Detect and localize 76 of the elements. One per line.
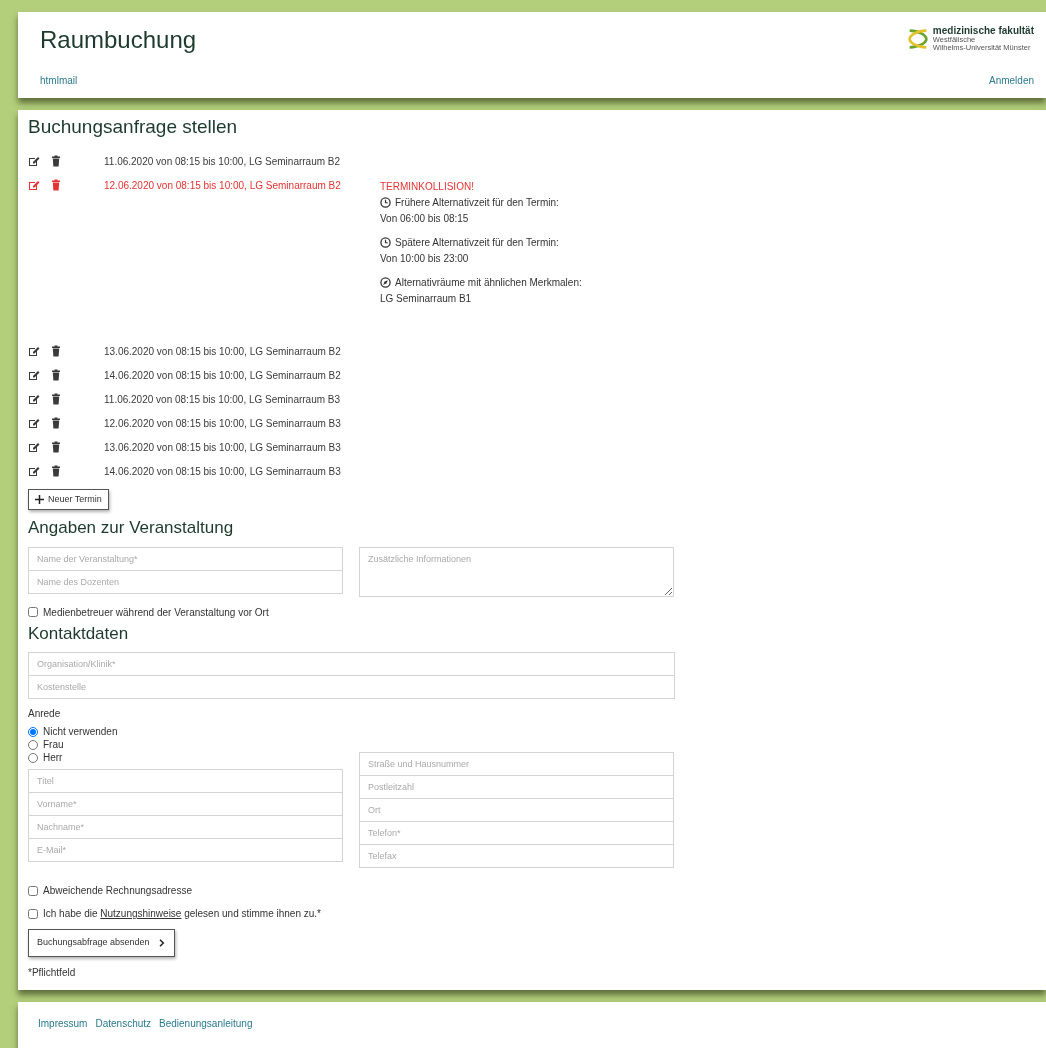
alternative-value: Von 10:00 bis 23:00 xyxy=(380,251,470,266)
text-area[interactable]: Zusätzliche Informationen xyxy=(359,546,674,597)
checkbox-label: Medienbetreuer während der Veranstaltung vor Ort xyxy=(43,605,269,620)
alternative-value: Von 06:00 bis 08:15 xyxy=(380,211,470,226)
checkbox[interactable] xyxy=(28,885,38,896)
checkbox-label: Abweichende Rechnungsadresse xyxy=(43,884,192,899)
text-field[interactable]: Vorname* xyxy=(28,792,343,817)
text-field[interactable]: Straße und Hausnummer xyxy=(359,752,674,777)
trash-icon[interactable] xyxy=(50,392,62,405)
appointment-text: 14.06.2020 von 08:15 bis 10:00, LG Seminarraum B3 xyxy=(104,464,342,479)
alternative-label: Spätere Alternativzeit für den Termin: xyxy=(395,235,559,250)
plus-icon xyxy=(35,495,44,505)
clock-icon xyxy=(380,197,391,209)
chevron-icon xyxy=(157,938,166,947)
radio-label: Herr xyxy=(43,751,63,766)
checkbox[interactable] xyxy=(28,908,38,919)
radio-label: Frau xyxy=(43,738,64,753)
alternative-value: LG Seminarraum B1 xyxy=(380,291,473,306)
required-note: *Pflichtfeld xyxy=(28,965,77,980)
trash-icon[interactable] xyxy=(50,344,62,357)
section-heading: Angaben zur Veranstaltung xyxy=(28,518,235,539)
compass-icon xyxy=(380,277,391,289)
login-link[interactable]: Anmelden xyxy=(988,73,1034,88)
text-field[interactable]: Telefax xyxy=(359,844,674,869)
appointment-text: 11.06.2020 von 08:15 bis 10:00, LG Seminarraum B3 xyxy=(104,392,342,407)
appointment-text: 13.06.2020 von 08:15 bis 10:00, LG Seminarraum B3 xyxy=(104,440,342,455)
logo-text: medizinische fakultät xyxy=(932,26,1034,36)
edit-icon[interactable] xyxy=(28,416,40,429)
helix-logo-icon xyxy=(906,28,929,49)
edit-icon[interactable] xyxy=(28,368,40,381)
section-heading: Kontaktdaten xyxy=(28,623,130,645)
footer-link[interactable]: Datenschutz xyxy=(95,1017,152,1029)
text-field[interactable]: Nachname* xyxy=(28,815,343,840)
text-field[interactable]: Postleitzahl xyxy=(359,775,674,800)
text-field[interactable]: E-Mail* xyxy=(28,838,343,863)
trash-icon[interactable] xyxy=(50,440,62,453)
page-title: Raumbuchung xyxy=(40,26,197,55)
radio-button[interactable] xyxy=(28,739,38,750)
trash-icon[interactable] xyxy=(50,416,62,429)
edit-icon[interactable] xyxy=(28,464,40,477)
field-label: Anrede xyxy=(28,707,62,722)
trash-icon[interactable] xyxy=(50,154,62,167)
terms-link[interactable]: Nutzungshinweise xyxy=(100,908,182,920)
appointment-text: 11.06.2020 von 08:15 bis 10:00, LG Seminarraum B2 xyxy=(104,154,342,169)
radio-label: Nicht verwenden xyxy=(43,725,118,740)
edit-icon[interactable] xyxy=(28,344,40,357)
trash-icon[interactable] xyxy=(50,464,62,477)
text-field[interactable]: Organisation/Klinik* xyxy=(28,652,675,677)
section-heading: Buchungsanfrage stellen xyxy=(28,116,239,139)
text-field[interactable]: Name der Veranstaltung* xyxy=(28,546,343,571)
edit-icon[interactable] xyxy=(28,392,40,405)
text-field[interactable]: Titel xyxy=(28,769,343,794)
radio-button[interactable] xyxy=(28,726,38,737)
footer-link[interactable]: Impressum xyxy=(38,1017,88,1029)
text-field[interactable]: Kostenstelle xyxy=(28,675,675,700)
submit-button[interactable]: Buchungsabfrage absenden xyxy=(28,929,175,957)
appointment-text: 14.06.2020 von 08:15 bis 10:00, LG Seminarraum B2 xyxy=(104,368,342,383)
trash-icon[interactable] xyxy=(50,368,62,381)
radio-button[interactable] xyxy=(28,752,38,763)
text-field[interactable]: Name des Dozenten xyxy=(28,569,343,594)
clock-icon xyxy=(380,237,391,249)
new-appointment-button[interactable]: Neuer Termin xyxy=(28,488,109,511)
conflict-warning: TERMINKOLLISION! xyxy=(380,179,475,194)
appointment-text: 13.06.2020 von 08:15 bis 10:00, LG Seminarraum B2 xyxy=(104,344,342,359)
text-field[interactable]: Telefon* xyxy=(359,821,674,846)
appointment-text: 12.06.2020 von 08:15 bis 10:00, LG Seminarraum B2 xyxy=(104,178,342,193)
footer-link[interactable]: Bedienungsanleitung xyxy=(159,1017,253,1029)
user-link[interactable]: htmlmail xyxy=(40,73,197,88)
consent-text: Ich habe die Nutzungshinweise gelesen und stimme ihnen zu.* xyxy=(43,907,321,922)
edit-icon[interactable] xyxy=(28,154,40,167)
checkbox[interactable] xyxy=(28,607,38,618)
alternative-label: Alternativräume mit ähnlichen Merkmalen: xyxy=(395,275,582,290)
appointment-text: 12.06.2020 von 08:15 bis 10:00, LG Seminarraum B3 xyxy=(104,416,342,431)
alternative-label: Frühere Alternativzeit für den Termin: xyxy=(395,195,559,210)
edit-icon[interactable] xyxy=(28,440,40,453)
text-field[interactable]: Ort xyxy=(359,798,674,823)
